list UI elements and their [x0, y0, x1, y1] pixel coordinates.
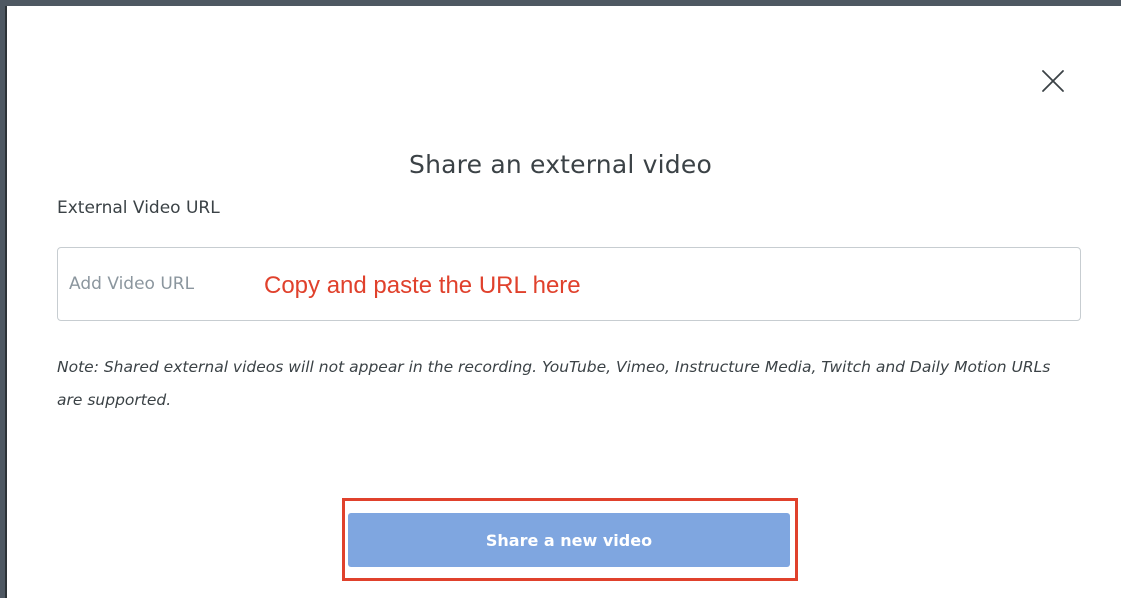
close-button[interactable]: [1036, 64, 1070, 98]
modal-title: Share an external video: [409, 150, 712, 179]
supported-urls-note: Note: Shared external videos will not ap…: [57, 358, 1051, 409]
instruction-annotation: Copy and paste the URL here: [264, 272, 581, 299]
url-field-label: External Video URL: [57, 198, 220, 218]
video-url-input[interactable]: Add Video URL Copy and paste the URL her…: [57, 247, 1081, 321]
share-new-video-button[interactable]: Share a new video: [348, 513, 790, 567]
url-input-placeholder: Add Video URL: [69, 274, 195, 294]
close-icon: [1042, 70, 1064, 92]
